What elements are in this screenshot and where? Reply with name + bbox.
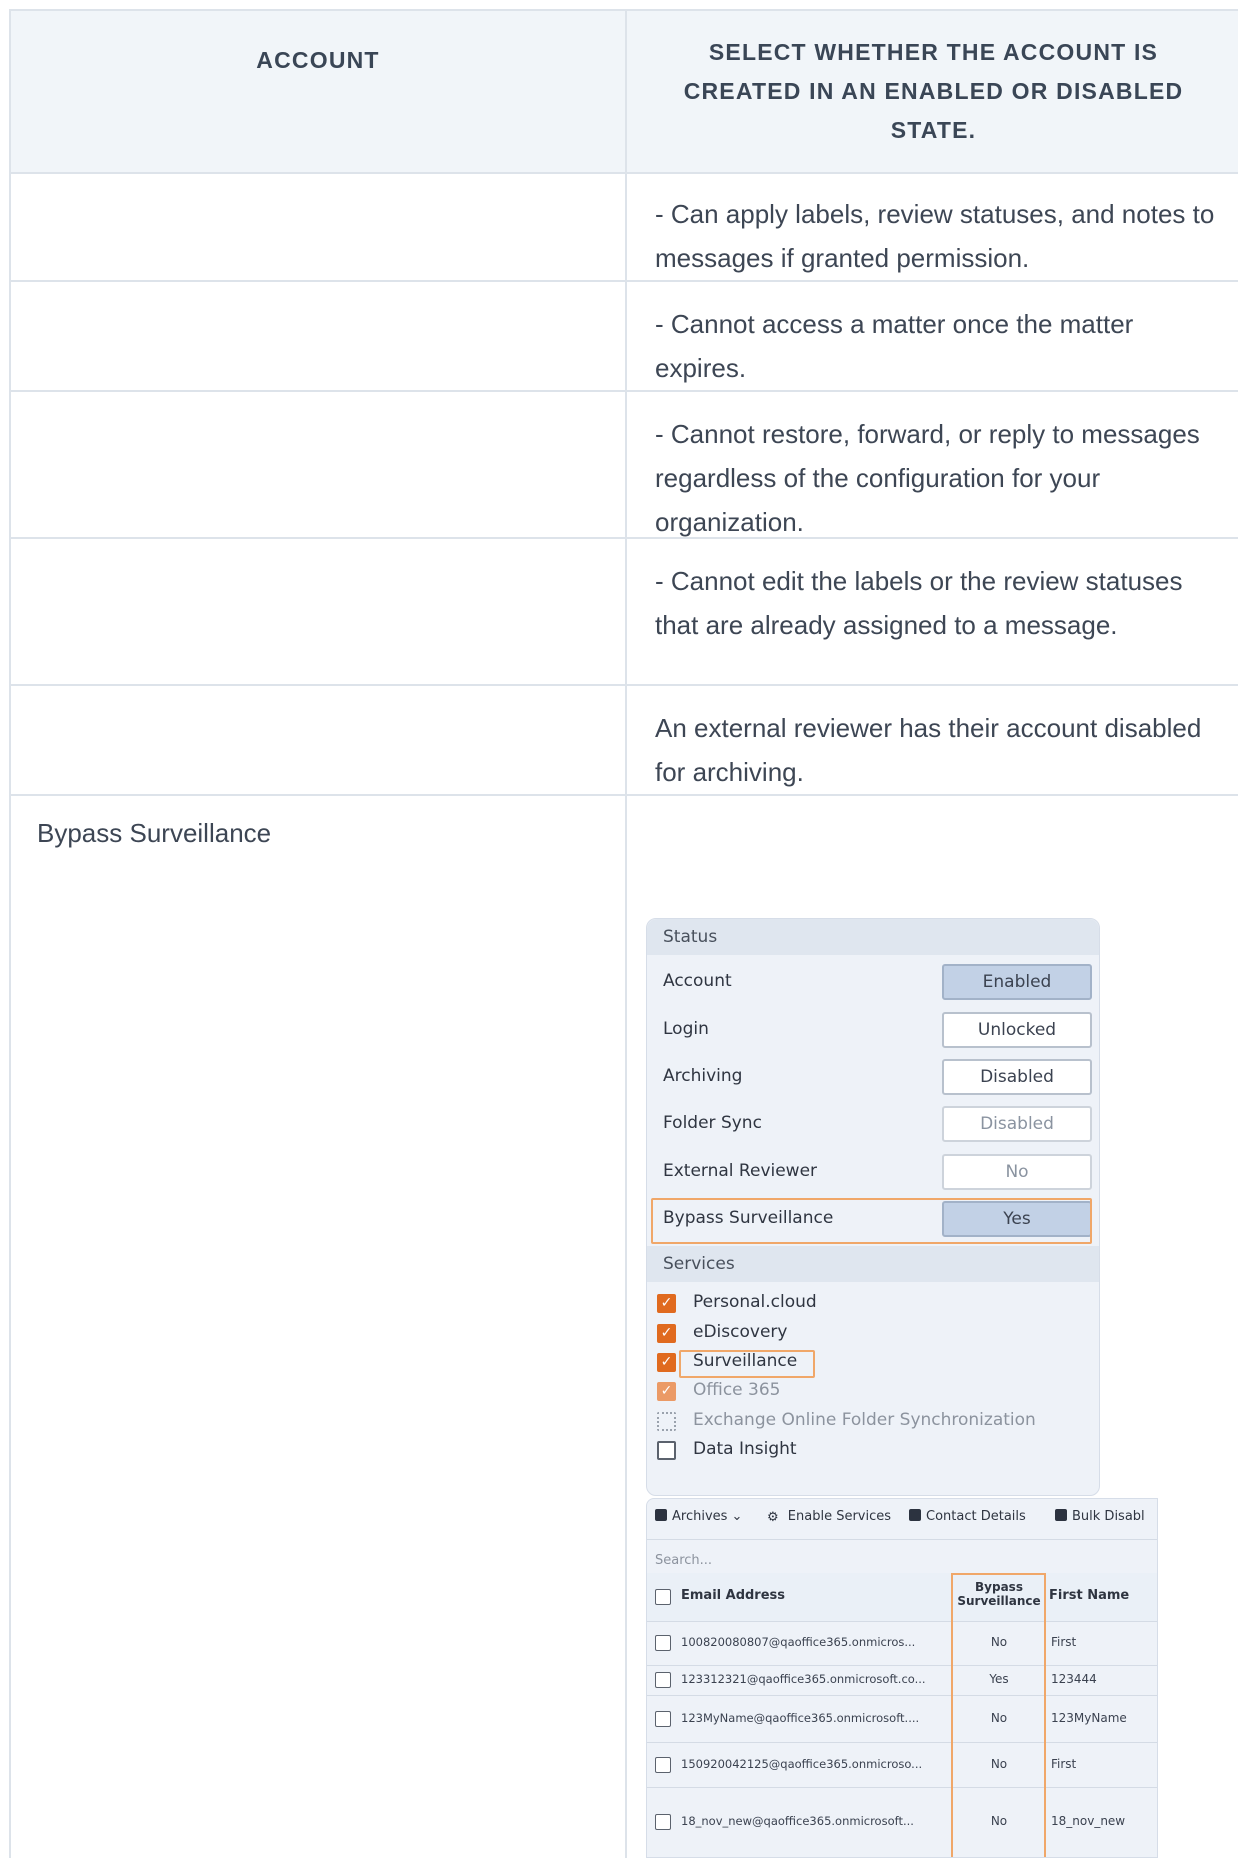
status-label: External Reviewer (663, 1161, 818, 1181)
enable-services-button[interactable]: ⚙ Enable Services (767, 1509, 891, 1525)
row-state-cell: - Can apply labels, review statuses, and… (655, 199, 1215, 273)
archiving-status-button[interactable]: Disabled (942, 1059, 1092, 1095)
first-name-cell: First (1051, 1757, 1077, 1771)
service-item[interactable]: Data Insight (657, 1437, 1077, 1465)
status-row-folder-sync: Folder Sync Disabled (647, 1101, 1099, 1147)
users-icon (1055, 1509, 1067, 1521)
status-row-external-reviewer: External Reviewer No (647, 1149, 1099, 1195)
service-label: Data Insight (693, 1439, 797, 1459)
row-checkbox[interactable] (655, 1711, 671, 1727)
row-state-cell: An external reviewer has their account d… (655, 713, 1202, 787)
service-item[interactable]: ✓ Personal.cloud (657, 1290, 1077, 1318)
status-row-login: Login Unlocked (647, 1007, 1099, 1053)
external-reviewer-status-button[interactable]: No (942, 1154, 1092, 1190)
list-header-row: Email Address Bypass Surveillance First … (647, 1573, 1157, 1621)
first-name-cell: 18_nov_new (1051, 1814, 1126, 1828)
first-name-cell: First (1051, 1635, 1077, 1649)
row-checkbox[interactable] (655, 1814, 671, 1830)
unchecked-checkbox-icon[interactable] (657, 1412, 676, 1431)
status-panel-screenshot: Status Account Enabled Login Unlocked Ar… (646, 918, 1100, 1496)
divider (647, 1539, 1157, 1540)
service-label: Exchange Online Folder Synchronization (693, 1410, 1036, 1430)
email-cell: 123MyName@qaoffice365.onmicrosoft.... (681, 1711, 920, 1725)
first-name-cell: 123MyName (1051, 1711, 1127, 1725)
list-item[interactable]: 123312321@qaoffice365.onmicrosoft.co... … (647, 1666, 1157, 1694)
status-label: Account (663, 971, 732, 991)
status-row-account: Account Enabled (647, 959, 1099, 1005)
status-label: Archiving (663, 1066, 743, 1086)
bypass-surveillance-highlight (651, 1198, 1092, 1244)
status-row-archiving: Archiving Disabled (647, 1054, 1099, 1100)
checked-checkbox-icon[interactable]: ✓ (657, 1382, 676, 1401)
column-divider (625, 11, 627, 1858)
service-item[interactable]: ✓ Office 365 (657, 1378, 1077, 1406)
unchecked-checkbox-icon[interactable] (657, 1441, 676, 1460)
checked-checkbox-icon[interactable]: ✓ (657, 1294, 676, 1313)
email-cell: 150920042125@qaoffice365.onmicroso... (681, 1757, 923, 1771)
surveillance-highlight (679, 1350, 815, 1378)
service-label: Office 365 (693, 1380, 781, 1400)
list-item[interactable]: 123MyName@qaoffice365.onmicrosoft.... No… (647, 1696, 1157, 1742)
contact-details-button[interactable]: Contact Details (909, 1509, 1026, 1524)
search-input[interactable]: Search... (655, 1553, 712, 1568)
status-heading: Status (647, 919, 1099, 955)
list-item[interactable]: 100820080807@qaoffice365.onmicros... No … (647, 1621, 1157, 1665)
header-account: ACCOUNT (256, 47, 380, 73)
service-item[interactable]: ✓ eDiscovery (657, 1320, 1077, 1348)
row-checkbox[interactable] (655, 1672, 671, 1688)
service-label: eDiscovery (693, 1322, 788, 1342)
header-state: SELECT WHETHER THE ACCOUNT IS CREATED IN… (683, 39, 1184, 143)
service-label: Personal.cloud (693, 1292, 817, 1312)
row-checkbox[interactable] (655, 1757, 671, 1773)
row-checkbox[interactable] (655, 1635, 671, 1651)
row-state-cell: - Cannot restore, forward, or reply to m… (655, 419, 1200, 537)
contact-icon (909, 1509, 921, 1521)
account-status-button[interactable]: Enabled (942, 964, 1092, 1000)
checked-checkbox-icon[interactable]: ✓ (657, 1324, 676, 1343)
select-all-checkbox[interactable] (655, 1589, 671, 1605)
row-state-cell: - Cannot edit the labels or the review s… (655, 566, 1183, 640)
first-name-cell: 123444 (1051, 1672, 1097, 1686)
first-name-column-header[interactable]: First Name (1049, 1588, 1129, 1603)
login-status-button[interactable]: Unlocked (942, 1012, 1092, 1048)
checked-checkbox-icon[interactable]: ✓ (657, 1353, 676, 1372)
list-item[interactable]: 150920042125@qaoffice365.onmicroso... No… (647, 1743, 1157, 1787)
service-item[interactable]: Exchange Online Folder Synchronization (657, 1408, 1077, 1436)
services-heading: Services (647, 1246, 1099, 1282)
email-cell: 123312321@qaoffice365.onmicrosoft.co... (681, 1672, 926, 1686)
bypass-column-highlight (951, 1573, 1046, 1857)
bulk-disable-button[interactable]: Bulk Disabl (1055, 1509, 1145, 1524)
status-label: Login (663, 1019, 709, 1039)
email-cell: 100820080807@qaoffice365.onmicros... (681, 1635, 916, 1649)
archive-icon (655, 1509, 667, 1521)
email-cell: 18_nov_new@qaoffice365.onmicrosoft... (681, 1814, 914, 1828)
row-account-cell: Bypass Surveillance (37, 818, 272, 848)
email-column-header[interactable]: Email Address (681, 1588, 785, 1603)
status-label: Folder Sync (663, 1113, 762, 1133)
row-state-cell: - Cannot access a matter once the matter… (655, 309, 1134, 383)
archives-menu-button[interactable]: Archives ⌄ (655, 1509, 742, 1524)
folder-sync-status-button[interactable]: Disabled (942, 1106, 1092, 1142)
archives-list-screenshot: Archives ⌄ ⚙ Enable Services Contact Det… (646, 1498, 1158, 1858)
gear-icon: ⚙ (767, 1510, 779, 1525)
list-item[interactable]: 18_nov_new@qaoffice365.onmicrosoft... No… (647, 1788, 1157, 1832)
